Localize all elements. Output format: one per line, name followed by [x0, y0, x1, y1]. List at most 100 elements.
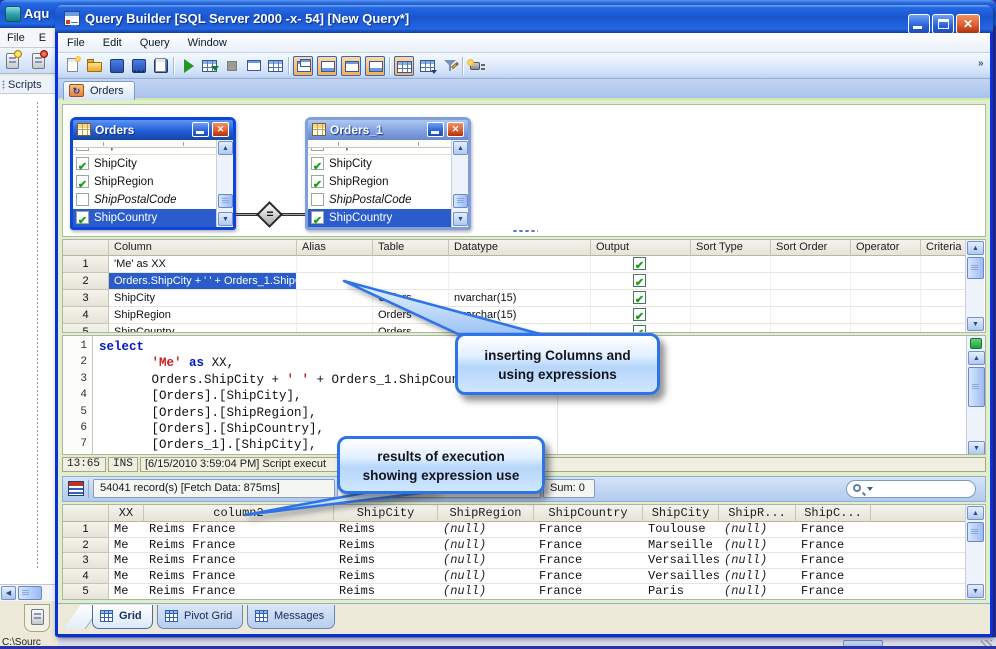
results-cell[interactable]: France	[796, 568, 871, 584]
column-header[interactable]: Sort Type	[691, 240, 771, 256]
results-cell[interactable]: Reims	[334, 537, 438, 553]
results-cell[interactable]: (null)	[719, 537, 796, 553]
menu-file[interactable]: File	[58, 37, 94, 49]
results-cell[interactable]: (null)	[438, 522, 534, 538]
results-cell[interactable]: Reims France	[144, 553, 334, 569]
column-header[interactable]: Operator	[851, 240, 921, 256]
results-column-header[interactable]	[871, 505, 967, 522]
save-button[interactable]	[107, 56, 127, 76]
results-cell[interactable]: Me	[109, 584, 144, 599]
bg-menu-file[interactable]: File	[0, 32, 32, 44]
register-server-icon[interactable]	[6, 50, 22, 69]
document-tab-orders[interactable]: ↻ Orders	[63, 81, 135, 100]
scroll-down-button[interactable]: ▼	[967, 584, 984, 598]
grid-cell-output[interactable]	[591, 307, 691, 324]
grid-cell-column[interactable]: Orders.ShipCity + ' ' + Orders_1.ShipCou…	[109, 273, 297, 290]
results-row-number[interactable]: 5	[63, 584, 109, 599]
save-as-button[interactable]	[129, 56, 149, 76]
results-cell[interactable]: Reims	[334, 553, 438, 569]
results-tab-grid[interactable]: Grid	[92, 605, 153, 629]
results-cell[interactable]: Toulouse	[643, 522, 719, 538]
table-window-orders-1[interactable]: Orders_1 ✕ ShipAddress ShipCity ShipRegion…	[305, 117, 471, 230]
results-cell[interactable]: Me	[109, 553, 144, 569]
output-checkbox[interactable]	[633, 257, 646, 270]
grid-cell-operator[interactable]	[851, 324, 921, 332]
field-row[interactable]: ShipAddress	[308, 148, 451, 154]
maximize-button[interactable]	[932, 14, 954, 34]
field-row[interactable]: ShipRegion	[308, 173, 451, 191]
field-checkbox[interactable]	[311, 211, 324, 224]
results-cell[interactable]: (null)	[438, 568, 534, 584]
grid-cell-output[interactable]	[591, 290, 691, 307]
grid-cell-output[interactable]	[591, 273, 691, 290]
grid-cell-criteria[interactable]	[921, 324, 967, 332]
grid-cell-sort_type[interactable]	[691, 307, 771, 324]
grid-row-number[interactable]: 4	[63, 307, 109, 324]
query-builder-titlebar[interactable]: Query Builder [SQL Server 2000 -x- 54] […	[55, 5, 993, 34]
results-row-number[interactable]: 3	[63, 553, 109, 569]
results-cell[interactable]: Reims	[334, 522, 438, 538]
results-cell[interactable]: France	[534, 568, 643, 584]
grid-cell-sort_order[interactable]	[771, 324, 851, 332]
table-window-titlebar[interactable]: Orders	[73, 120, 233, 140]
column-header[interactable]: Output	[591, 240, 691, 256]
results-cell[interactable]: Reims France	[144, 584, 334, 599]
results-scrollbar[interactable]: ▲ ▼	[965, 505, 984, 599]
grid-cell-alias[interactable]	[297, 256, 373, 273]
results-cell[interactable]: Reims France	[144, 522, 334, 538]
results-search-input[interactable]	[846, 480, 976, 498]
output-checkbox[interactable]	[633, 325, 646, 332]
toggle-results-pane-button[interactable]	[365, 56, 385, 76]
grid-cell-operator[interactable]	[851, 307, 921, 324]
grid-row-number[interactable]: 2	[63, 273, 109, 290]
field-row[interactable]: ShipPostalCode	[73, 191, 216, 209]
field-row[interactable]: ShipCountry	[73, 209, 216, 227]
grid-cell-table[interactable]	[373, 256, 449, 273]
field-checkbox[interactable]	[76, 211, 89, 224]
search-options-chevron-icon[interactable]	[867, 487, 873, 491]
results-cell[interactable]: Versailles	[643, 568, 719, 584]
results-cell[interactable]: (null)	[438, 584, 534, 599]
field-checkbox[interactable]	[311, 175, 324, 188]
grid-cell-operator[interactable]	[851, 273, 921, 290]
editor-code-line[interactable]: [Orders].[ShipCountry],	[99, 422, 325, 436]
servers-tab[interactable]	[24, 604, 50, 632]
field-checkbox[interactable]	[76, 193, 89, 206]
results-row-number[interactable]: 2	[63, 537, 109, 553]
field-checkbox[interactable]	[311, 148, 324, 151]
grid-scrollbar[interactable]: ▲ ▼	[965, 240, 984, 332]
scroll-thumb[interactable]	[967, 522, 984, 542]
split-editor-button[interactable]	[970, 338, 982, 349]
results-cell[interactable]: Reims France	[144, 537, 334, 553]
grid-cell-sort_type[interactable]	[691, 290, 771, 307]
grid-cell-criteria[interactable]	[921, 256, 967, 273]
results-cell[interactable]: (null)	[719, 568, 796, 584]
scroll-up-button[interactable]: ▲	[967, 506, 984, 520]
scripts-panel-header[interactable]: Scripts	[0, 76, 58, 94]
output-checkbox[interactable]	[633, 291, 646, 304]
scroll-thumb[interactable]	[968, 367, 985, 407]
toolbar-overflow-chevron-icon[interactable]: »	[978, 58, 984, 69]
editor-code-line[interactable]: [Orders_1].[ShipCity],	[99, 438, 317, 452]
grid-row-number[interactable]: 1	[63, 256, 109, 273]
table-window-titlebar[interactable]: Orders_1	[308, 120, 468, 140]
toggle-auto-join-button[interactable]	[394, 56, 414, 76]
field-row[interactable]: ShipAddress	[73, 148, 216, 154]
field-row[interactable]: ShipPostalCode	[308, 191, 451, 209]
field-checkbox[interactable]	[76, 157, 89, 170]
column-header[interactable]: Datatype	[449, 240, 591, 256]
menu-query[interactable]: Query	[131, 37, 179, 49]
grid-row-number[interactable]: 5	[63, 324, 109, 332]
column-header[interactable]: Sort Order	[771, 240, 851, 256]
field-checkbox[interactable]	[311, 193, 324, 206]
grid-cell-column[interactable]: ShipCity	[109, 290, 297, 307]
results-cell[interactable]: Versailles	[643, 553, 719, 569]
scroll-down-button[interactable]: ▼	[967, 317, 984, 331]
results-column-header[interactable]: ShipRegion	[438, 505, 534, 522]
connection-button[interactable]	[467, 56, 487, 76]
grid-cell-output[interactable]	[591, 256, 691, 273]
editor-scrollbar[interactable]: ▲ ▼	[966, 336, 985, 454]
results-column-header[interactable]: XX	[109, 505, 144, 522]
new-query-button[interactable]	[63, 56, 83, 76]
grid-cell-sort_type[interactable]	[691, 324, 771, 332]
